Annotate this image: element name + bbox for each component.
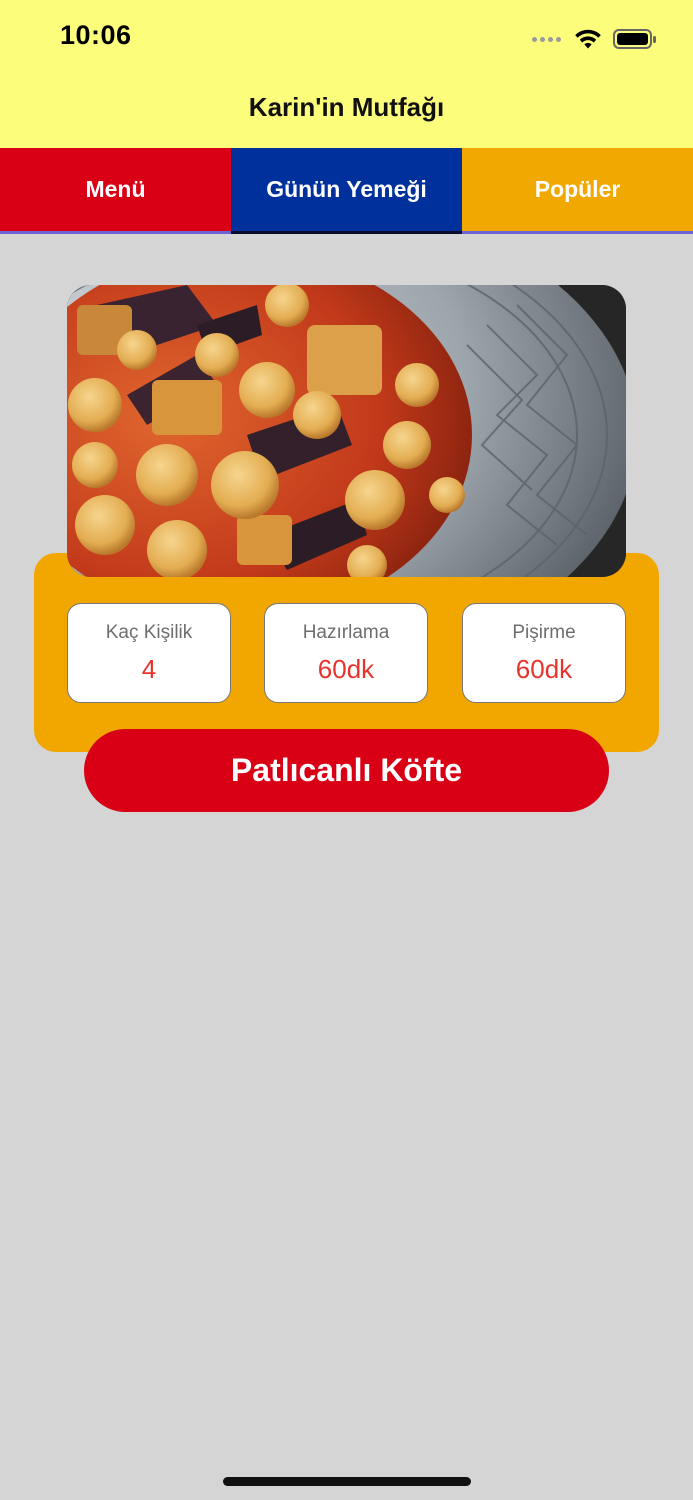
food-photo	[67, 285, 626, 577]
wifi-icon	[575, 29, 601, 49]
tab-popular[interactable]: Popüler	[462, 148, 693, 234]
prep-time-label: Hazırlama	[302, 622, 390, 643]
cook-time-label: Pişirme	[512, 622, 576, 643]
tab-bar: Menü Günün Yemeği Popüler	[0, 148, 693, 234]
app-title: Karin'in Mutfağı	[248, 92, 445, 122]
servings-value: 4	[141, 654, 157, 684]
servings-label: Kaç Kişilik	[105, 622, 193, 643]
servings-card: Kaç Kişilik 4	[67, 603, 231, 703]
prep-time-card: Hazırlama 60dk	[264, 603, 428, 703]
home-indicator[interactable]	[223, 1477, 471, 1486]
cellular-signal-icon	[532, 36, 561, 42]
app-header: 10:06 Karin'in Mutfağı	[0, 0, 693, 148]
tab-daily-dish[interactable]: Günün Yemeği	[231, 148, 462, 234]
status-icons	[532, 24, 657, 54]
status-time: 10:06	[60, 20, 132, 50]
cook-time-card: Pişirme 60dk	[462, 603, 626, 703]
tab-menu[interactable]: Menü	[0, 148, 231, 234]
prep-time-value: 60dk	[317, 654, 375, 684]
dish-name-button[interactable]: Patlıcanlı Köfte	[84, 729, 609, 812]
battery-icon	[613, 29, 656, 49]
cook-time-value: 60dk	[515, 654, 573, 684]
